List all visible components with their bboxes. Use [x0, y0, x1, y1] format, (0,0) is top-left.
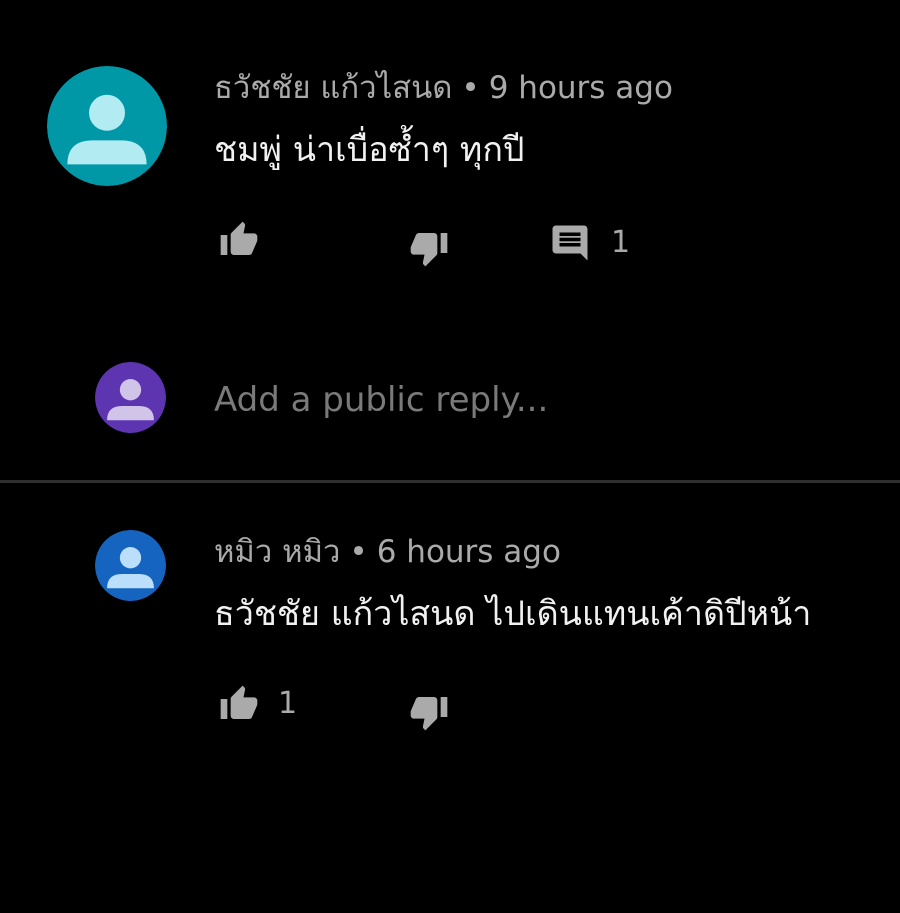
timestamp: 9 hours ago: [488, 70, 673, 106]
person-icon: [95, 530, 166, 601]
comment-meta: ธวัชชัย แก้วไสนด • 9 hours ago: [214, 68, 673, 108]
thumb-down-icon: [410, 697, 448, 731]
dislike-button[interactable]: [406, 228, 452, 268]
avatar[interactable]: [47, 66, 167, 186]
like-button[interactable]: 1: [216, 684, 297, 724]
avatar[interactable]: [95, 530, 166, 601]
comment-text: ธวัชชัย แก้วไสนด ไปเดินแทนเค้าดิปีหน้า: [214, 594, 812, 634]
thumb-up-icon: [220, 221, 258, 255]
meta-separator: •: [349, 534, 368, 570]
thumb-down-icon: [410, 233, 448, 267]
timestamp: 6 hours ago: [376, 534, 561, 570]
dislike-button[interactable]: [406, 692, 452, 732]
reply-button[interactable]: 1: [549, 222, 630, 264]
author-name[interactable]: ธวัชชัย แก้วไสนด: [214, 70, 452, 106]
person-icon: [47, 66, 167, 186]
person-icon: [95, 362, 166, 433]
meta-separator: •: [461, 70, 480, 106]
comment-text: ชมพู่ น่าเบื่อซ้ำๆ ทุกปี: [214, 130, 525, 170]
comment-meta: หมิว หมิว • 6 hours ago: [214, 532, 561, 572]
like-button[interactable]: [216, 220, 262, 260]
comment-icon: [552, 225, 588, 261]
like-count: 1: [278, 686, 298, 721]
reply-input[interactable]: [214, 376, 874, 424]
reply-count: 1: [611, 225, 631, 260]
thumb-up-icon: [220, 685, 258, 719]
current-user-avatar[interactable]: [95, 362, 166, 433]
divider: [0, 480, 900, 483]
author-name[interactable]: หมิว หมิว: [214, 534, 340, 570]
